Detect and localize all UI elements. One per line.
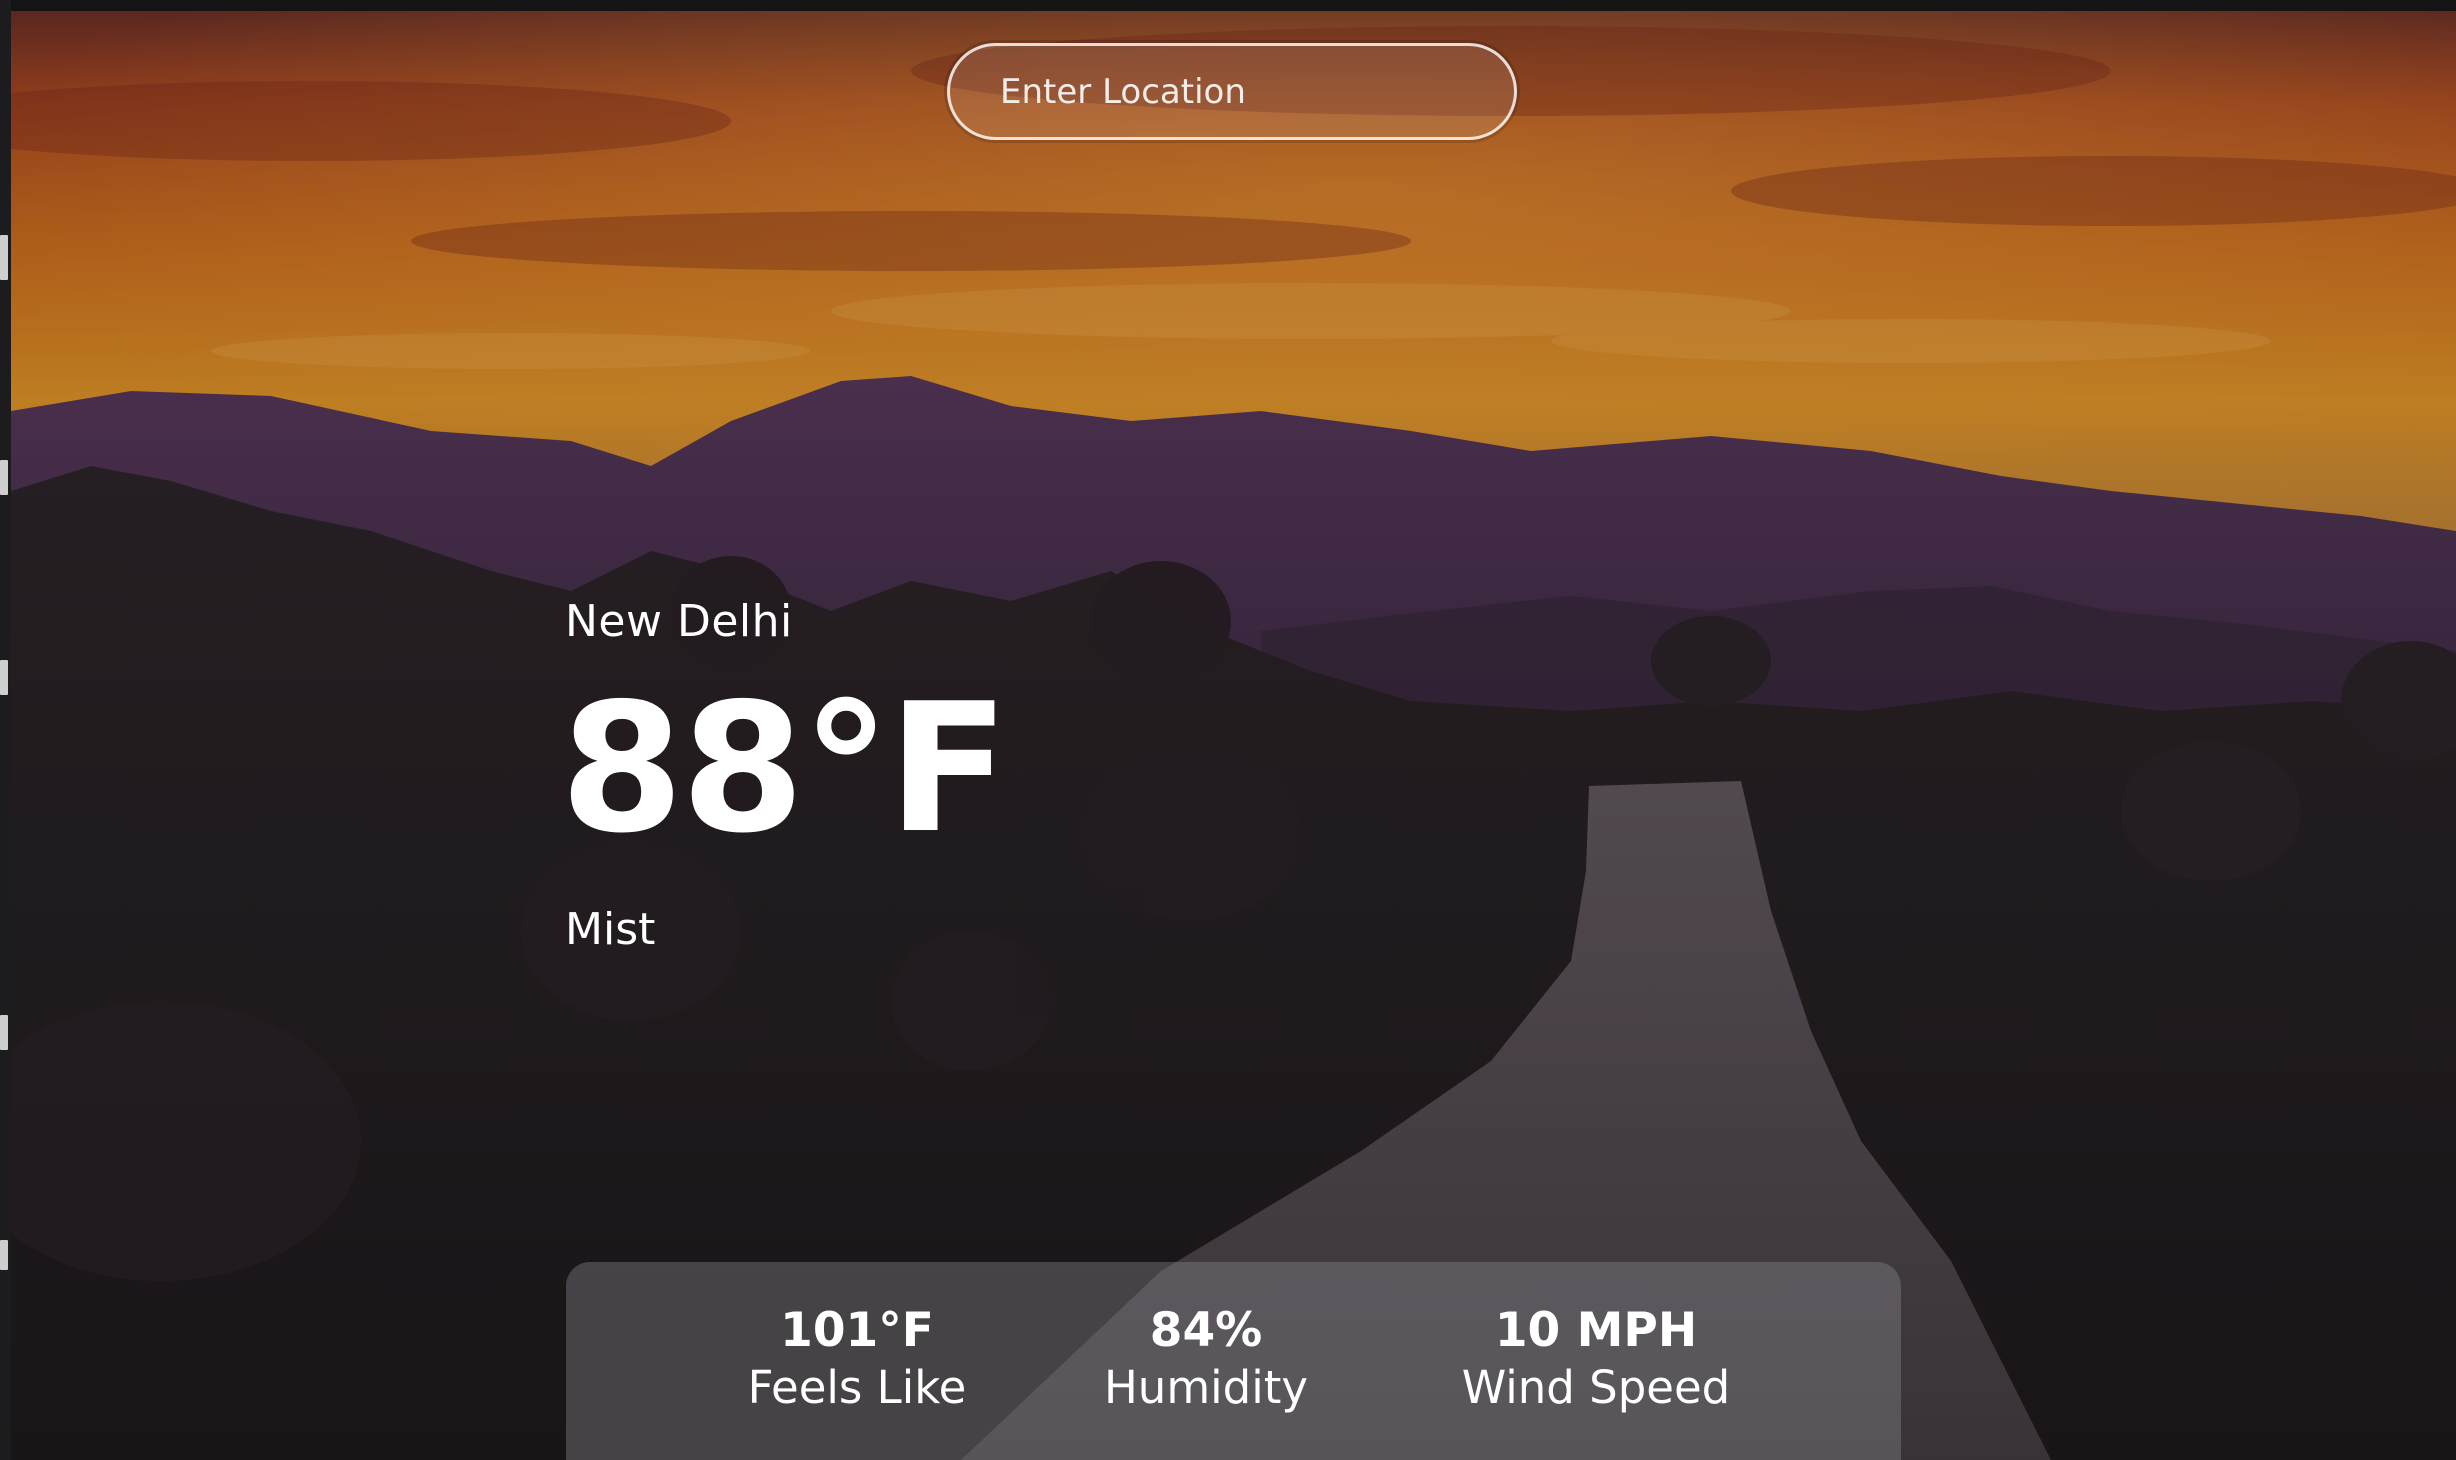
current-temperature: 88°F (560, 665, 1009, 872)
city-name: New Delhi (565, 596, 793, 647)
humidity-value: 84% (1149, 1303, 1263, 1358)
adjacent-window-edge (0, 0, 11, 1460)
window-top-edge (0, 0, 2456, 11)
feels-like-value: 101°F (780, 1303, 934, 1358)
humidity-stat: 84% Humidity (1096, 1303, 1316, 1419)
humidity-label: Humidity (1103, 1361, 1309, 1415)
location-search-box[interactable] (947, 43, 1517, 140)
wind-speed-label: Wind Speed (1461, 1361, 1731, 1415)
background-landscape (11, 11, 2456, 1460)
location-search-input[interactable] (1000, 46, 1514, 137)
sunset-landscape-image (11, 11, 2456, 1460)
weather-stats-card: 101°F Feels Like 84% Humidity 10 MPH Win… (566, 1262, 1901, 1460)
weather-condition: Mist (565, 904, 656, 955)
feels-like-label: Feels Like (747, 1361, 967, 1415)
feels-like-stat: 101°F Feels Like (742, 1303, 972, 1419)
wind-speed-value: 10 MPH (1494, 1303, 1698, 1358)
wind-speed-stat: 10 MPH Wind Speed (1446, 1303, 1746, 1419)
